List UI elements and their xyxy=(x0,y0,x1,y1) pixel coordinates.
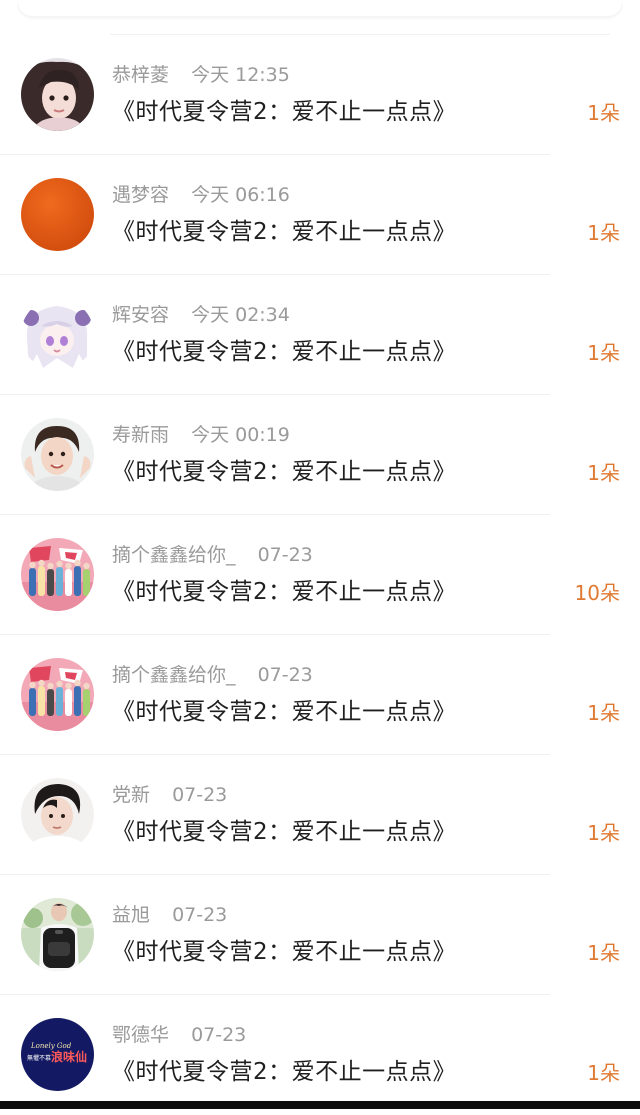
group-poster-avatar[interactable] xyxy=(21,538,94,611)
sender-name[interactable]: 寿新雨 xyxy=(112,424,169,446)
sender-name[interactable]: 辉安容 xyxy=(112,304,169,326)
timestamp: 07-23 xyxy=(172,784,228,806)
work-title[interactable]: 《时代夏令营2：爱不止一点点》 xyxy=(112,337,456,367)
timestamp: 07-23 xyxy=(172,904,228,926)
timestamp: 今天 02:34 xyxy=(191,304,290,326)
man-portrait-avatar[interactable] xyxy=(21,778,94,851)
gift-count: 1朵 xyxy=(587,341,620,365)
meta-line: 鄂德华 07-23 xyxy=(112,1023,246,1047)
orange-circle-avatar[interactable] xyxy=(21,178,94,251)
list-item[interactable]: 寿新雨 今天 00:19 《时代夏令营2：爱不止一点点》 1朵 xyxy=(0,395,640,515)
sender-name[interactable]: 鄂德华 xyxy=(112,1024,169,1046)
meta-line: 恭梓菱 今天 12:35 xyxy=(112,63,290,87)
sender-name[interactable]: 遇梦容 xyxy=(112,184,169,206)
sender-name[interactable]: 摘个鑫鑫给你_ xyxy=(112,664,236,686)
navy-logo-avatar[interactable]: Lonely God 無懼不慕 浪味仙 xyxy=(21,1018,94,1091)
list-item[interactable]: 摘个鑫鑫给你_ 07-23 《时代夏令营2：爱不止一点点》 1朵 xyxy=(0,635,640,755)
backpack-photo-avatar[interactable] xyxy=(21,898,94,971)
sender-name[interactable]: 摘个鑫鑫给你_ xyxy=(112,544,236,566)
gift-count: 1朵 xyxy=(587,821,620,845)
anime-girl-avatar[interactable] xyxy=(21,298,94,371)
meta-line: 遇梦容 今天 06:16 xyxy=(112,183,290,207)
logo-small-text: 無懼不慕 xyxy=(27,1054,51,1062)
logo-main-text: 浪味仙 xyxy=(51,1049,87,1064)
sender-name[interactable]: 恭梓菱 xyxy=(112,64,169,86)
meta-line: 辉安容 今天 02:34 xyxy=(112,303,290,327)
gift-count: 10朵 xyxy=(574,581,620,605)
gift-list: 恭梓菱 今天 12:35 《时代夏令营2：爱不止一点点》 1朵 遇梦容 今天 0… xyxy=(0,35,640,1115)
timestamp: 今天 12:35 xyxy=(191,64,290,86)
work-title[interactable]: 《时代夏令营2：爱不止一点点》 xyxy=(112,697,456,727)
work-title[interactable]: 《时代夏令营2：爱不止一点点》 xyxy=(112,97,456,127)
list-item[interactable]: 遇梦容 今天 06:16 《时代夏令营2：爱不止一点点》 1朵 xyxy=(0,155,640,275)
work-title[interactable]: 《时代夏令营2：爱不止一点点》 xyxy=(112,1057,456,1087)
work-title[interactable]: 《时代夏令营2：爱不止一点点》 xyxy=(112,457,456,487)
gift-count: 1朵 xyxy=(587,101,620,125)
gift-count: 1朵 xyxy=(587,1061,620,1085)
work-title[interactable]: 《时代夏令营2：爱不止一点点》 xyxy=(112,817,456,847)
meta-line: 寿新雨 今天 00:19 xyxy=(112,423,290,447)
timestamp: 今天 06:16 xyxy=(191,184,290,206)
group-poster-avatar[interactable] xyxy=(21,658,94,731)
meta-line: 益旭 07-23 xyxy=(112,903,227,927)
timestamp: 今天 00:19 xyxy=(191,424,290,446)
gift-count: 1朵 xyxy=(587,461,620,485)
list-item[interactable]: 党新 07-23 《时代夏令营2：爱不止一点点》 1朵 xyxy=(0,755,640,875)
meta-line: 摘个鑫鑫给你_ 07-23 xyxy=(112,543,313,567)
list-item[interactable]: 恭梓菱 今天 12:35 《时代夏令营2：爱不止一点点》 1朵 xyxy=(0,35,640,155)
sender-name[interactable]: 党新 xyxy=(112,784,150,806)
gift-count: 1朵 xyxy=(587,701,620,725)
work-title[interactable]: 《时代夏令营2：爱不止一点点》 xyxy=(112,937,456,967)
top-card-edge xyxy=(18,0,622,16)
list-item[interactable]: Lonely God 無懼不慕 浪味仙 鄂德华 07-23 《时代夏令营2：爱不… xyxy=(0,995,640,1115)
sender-name[interactable]: 益旭 xyxy=(112,904,150,926)
timestamp: 07-23 xyxy=(257,544,313,566)
timestamp: 07-23 xyxy=(257,664,313,686)
gift-count: 1朵 xyxy=(587,221,620,245)
meta-line: 摘个鑫鑫给你_ 07-23 xyxy=(112,663,313,687)
list-item[interactable]: 益旭 07-23 《时代夏令营2：爱不止一点点》 1朵 xyxy=(0,875,640,995)
girl-photo-avatar[interactable] xyxy=(21,58,94,131)
boy-portrait-avatar[interactable] xyxy=(21,418,94,491)
gift-count: 1朵 xyxy=(587,941,620,965)
work-title[interactable]: 《时代夏令营2：爱不止一点点》 xyxy=(112,217,456,247)
bottom-edge-bar xyxy=(0,1101,640,1109)
list-item[interactable]: 辉安容 今天 02:34 《时代夏令营2：爱不止一点点》 1朵 xyxy=(0,275,640,395)
logo-script-text: Lonely God xyxy=(30,1042,72,1050)
work-title[interactable]: 《时代夏令营2：爱不止一点点》 xyxy=(112,577,456,607)
meta-line: 党新 07-23 xyxy=(112,783,227,807)
list-item[interactable]: 摘个鑫鑫给你_ 07-23 《时代夏令营2：爱不止一点点》 10朵 xyxy=(0,515,640,635)
timestamp: 07-23 xyxy=(191,1024,247,1046)
